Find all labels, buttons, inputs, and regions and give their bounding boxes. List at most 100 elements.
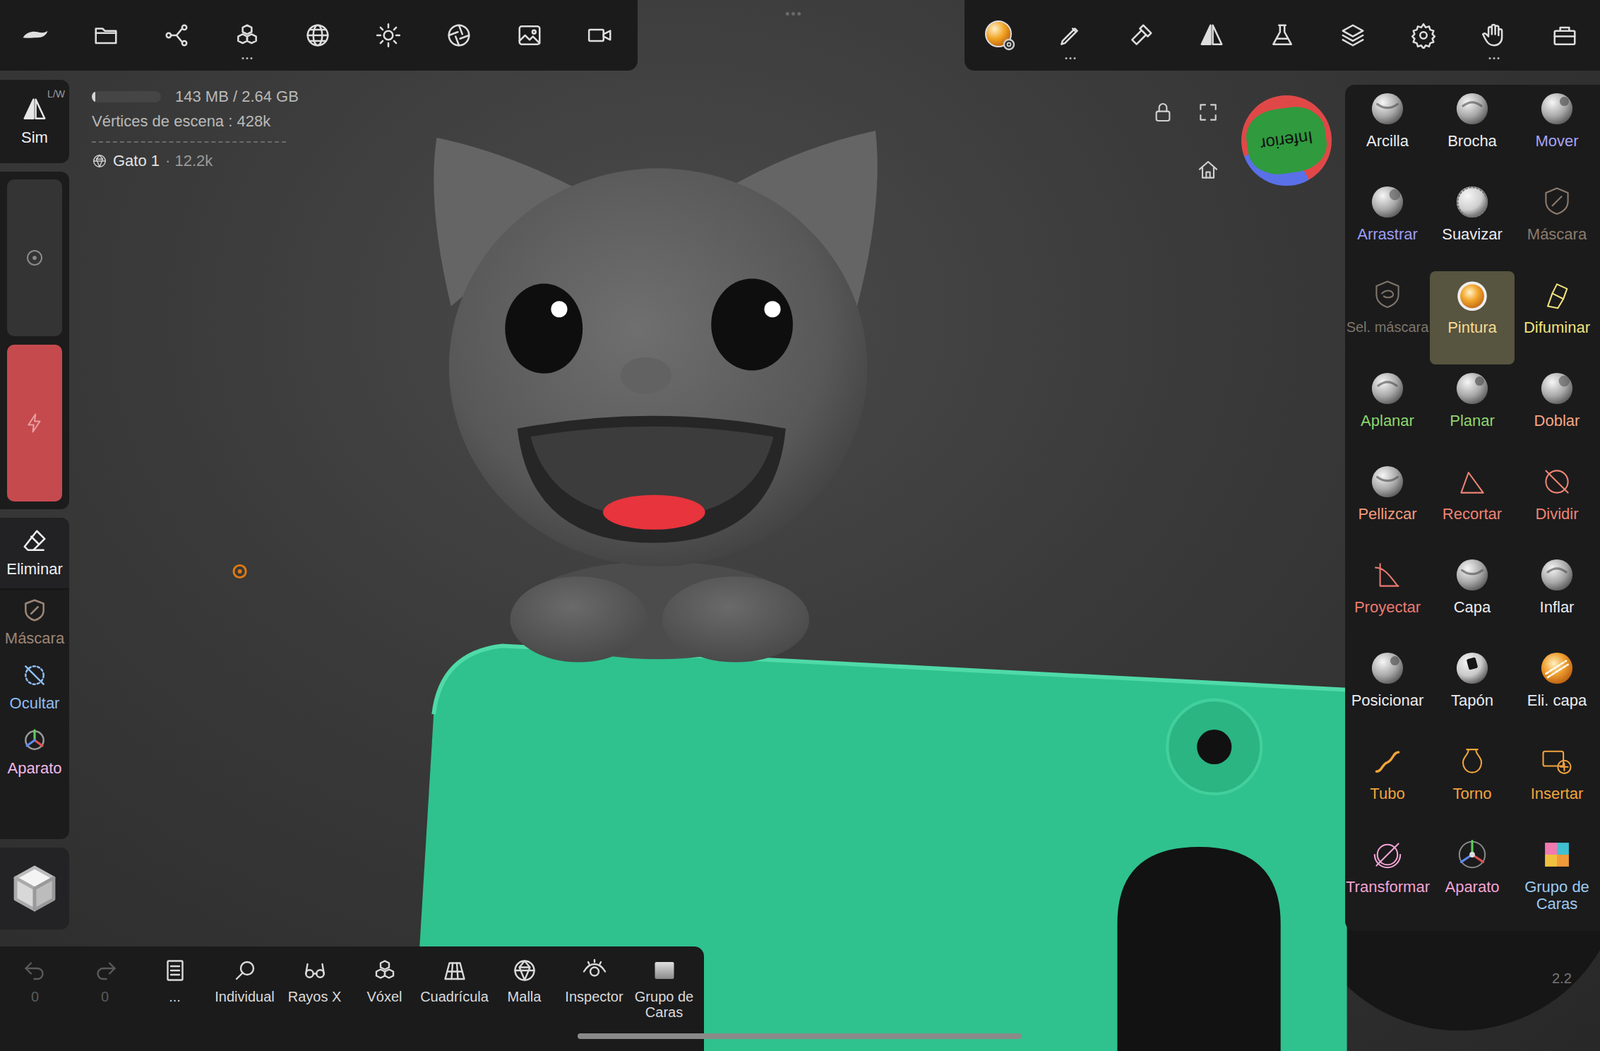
tool-label: Máscara [1515, 225, 1599, 243]
tool-icon [1369, 369, 1406, 407]
symmetry-button[interactable]: Sim [0, 91, 70, 152]
tool-button[interactable]: Transformar [1345, 830, 1430, 924]
xray-icon [302, 957, 328, 983]
tool-button[interactable]: Mover [1514, 84, 1600, 178]
tool-button[interactable]: Tapón [1429, 643, 1515, 738]
tool-button[interactable]: Aplanar [1345, 364, 1430, 458]
radius-icon [24, 247, 46, 269]
lock-icon [1151, 100, 1175, 124]
tool-button[interactable]: Proyectar [1345, 550, 1430, 644]
tool-button[interactable]: Doblar [1514, 364, 1600, 458]
tool-button[interactable]: Torno [1429, 737, 1515, 831]
nomad-logo-button[interactable] [0, 0, 71, 71]
left-tool-label: Aparato [7, 759, 62, 778]
nomad-logo-icon [21, 21, 49, 49]
settings-button[interactable] [1388, 0, 1459, 71]
tool-button[interactable]: Inflar [1514, 550, 1600, 644]
tool-label: Planar [1430, 412, 1514, 430]
stroke-icon [1057, 21, 1084, 49]
tool-button[interactable]: Sel. máscara [1345, 271, 1430, 365]
tool-button[interactable]: Grupo de Caras [1514, 830, 1600, 924]
primitive-thumbnail[interactable] [0, 847, 70, 930]
material-icon [1268, 21, 1296, 49]
tool-icon [1538, 90, 1576, 128]
object-name: Gato 1 [112, 151, 160, 171]
left-tool-button[interactable]: Eliminar [0, 517, 70, 590]
left-tools-panel: EliminarMáscaraOcultar Aparato [0, 517, 70, 839]
tool-button[interactable]: Difuminar [1514, 271, 1600, 365]
files-button[interactable] [70, 0, 142, 71]
tool-button[interactable]: Eli. capa [1514, 643, 1600, 738]
primitives-button[interactable] [211, 0, 283, 71]
tool-icon [1453, 276, 1491, 314]
tool-settings-button[interactable] [1105, 0, 1177, 71]
history-button[interactable]: ... [139, 946, 210, 1051]
slider-fill [7, 344, 63, 502]
top-handle[interactable]: ••• [785, 7, 803, 22]
slider-track[interactable] [7, 179, 63, 337]
view-cube[interactable]: Inferior [1241, 95, 1332, 186]
object-row[interactable]: Gato 1· 12.2k [91, 151, 299, 171]
left-tool-button[interactable]: Aparato [0, 719, 70, 785]
tool-button[interactable]: Arcilla [1345, 84, 1430, 178]
memory-track [91, 91, 161, 103]
tool-button[interactable]: Dividir [1514, 457, 1600, 551]
fullscreen-button[interactable] [1196, 100, 1220, 127]
tool-label: Pellizcar [1345, 505, 1430, 523]
material-button[interactable] [1246, 0, 1318, 71]
tool-button[interactable]: Insertar [1514, 737, 1600, 831]
tool-label: Dividir [1515, 505, 1599, 523]
tool-button[interactable]: Pintura [1429, 271, 1515, 365]
scene-button[interactable] [141, 0, 212, 71]
left-tool-button[interactable]: Ocultar [0, 654, 70, 720]
layers-button[interactable] [1317, 0, 1389, 71]
voxel-button[interactable]: Vóxel [349, 946, 420, 1051]
tool-icon [1369, 90, 1406, 128]
tool-button[interactable]: Posicionar [1345, 643, 1430, 738]
tool-button[interactable]: Brocha [1429, 84, 1515, 178]
tool-icon [1538, 463, 1576, 500]
lock-button[interactable] [1151, 100, 1175, 127]
camera-button[interactable] [423, 0, 495, 71]
gestures-button[interactable] [1458, 0, 1530, 71]
bottom-label: Rayos X [288, 988, 342, 1005]
cube-icon [9, 862, 61, 914]
symmetry-panel: L/WSim [0, 79, 70, 164]
tool-button[interactable]: Aparato [1429, 830, 1515, 924]
tool-button[interactable]: Máscara [1514, 177, 1600, 272]
tool-label: Suavizar [1430, 225, 1514, 243]
undo-button[interactable]: 0 [0, 946, 70, 1051]
home-button[interactable] [1196, 158, 1220, 185]
tool-button[interactable]: Capa [1429, 550, 1515, 644]
intensity-icon [24, 412, 46, 434]
xray-button[interactable]: Rayos X [279, 946, 350, 1051]
tool-label: Inflar [1515, 598, 1599, 616]
video-button[interactable] [564, 0, 636, 71]
current-tool-button[interactable] [964, 0, 1036, 71]
tool-label: Tubo [1345, 785, 1430, 803]
topology-button[interactable] [282, 0, 354, 71]
gizmo-icon [21, 726, 49, 754]
slider-track[interactable] [7, 344, 63, 502]
tool-icon [1538, 836, 1576, 873]
bottom-label: 0 [100, 988, 109, 1005]
tool-button[interactable]: Planar [1429, 364, 1515, 458]
symmetry-button[interactable] [1176, 0, 1247, 71]
toolbox-button[interactable] [1529, 0, 1600, 71]
lighting-button[interactable] [353, 0, 424, 71]
tool-button[interactable]: Tubo [1345, 737, 1430, 831]
redo-button[interactable]: 0 [69, 946, 140, 1051]
tool-button[interactable]: Pellizcar [1345, 457, 1430, 551]
solo-button[interactable]: Individual [209, 946, 280, 1051]
background-button[interactable] [494, 0, 565, 71]
grid-button[interactable]: Cuadrícula [419, 946, 490, 1051]
tool-button[interactable]: Suavizar [1429, 177, 1515, 272]
mesh-button[interactable]: Malla [489, 946, 560, 1051]
tool-button[interactable]: Arrastrar [1345, 177, 1430, 272]
stroke-button[interactable] [1035, 0, 1106, 71]
tool-label: Pintura [1430, 319, 1514, 337]
left-tool-button[interactable]: Máscara [0, 589, 70, 655]
solo-icon [232, 957, 258, 983]
left-sidebar: L/WSim EliminarMáscaraOcultar Aparato [0, 79, 70, 930]
tool-button[interactable]: Recortar [1429, 457, 1515, 551]
